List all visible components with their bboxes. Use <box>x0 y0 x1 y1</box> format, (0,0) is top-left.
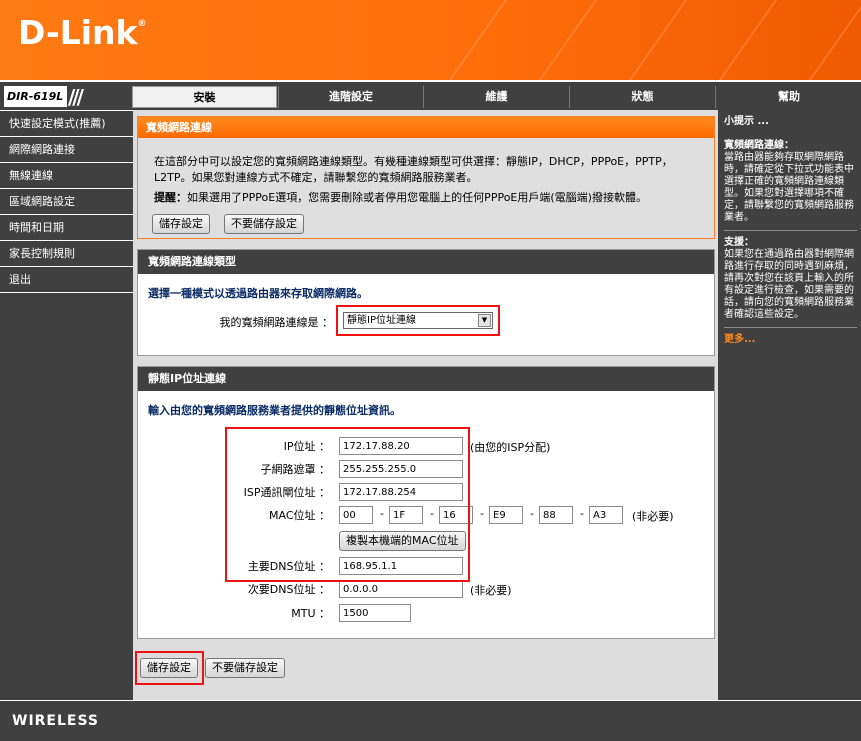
help-more-link[interactable]: 更多... <box>724 334 857 346</box>
section-title: 寬頻網路連線 <box>138 117 714 138</box>
logo-reg-mark: ® <box>137 19 147 29</box>
dont-save-button-top[interactable]: 不要儲存設定 <box>224 214 304 234</box>
model-name: DIR-619L <box>4 86 67 107</box>
footer: WIRELESS <box>0 700 861 741</box>
sidebar-item-internet[interactable]: 網際網路連接 <box>0 137 133 163</box>
section-subtitle: 選擇一種模式以透過路由器來存取網際網路。 <box>148 287 368 300</box>
help-title: 小提示 ... <box>724 116 769 127</box>
note-text: 如果選用了PPPoE選項，您需要刪除或者停用您電腦上的任何PPPoE用戶端(電腦… <box>187 191 647 204</box>
help-text-support: 如果您在通過路由器對網際網路進行存取的同時遇到麻煩，請再次對您在該頁上輸入的所有… <box>724 249 854 320</box>
pppoe-note: 提醒：如果選用了PPPoE選項，您需要刪除或者停用您電腦上的任何PPPoE用戶端… <box>154 189 647 205</box>
secondary-dns-label: 次要DNS位址 ： <box>247 583 330 596</box>
mac-octet-6[interactable]: A3 <box>589 506 623 524</box>
logo-text: D-Link <box>18 13 138 52</box>
top-nav: DIR-619L /// 安裝 進階設定 維護 狀態 幫助 <box>0 80 861 110</box>
dont-save-button-bottom[interactable]: 不要儲存設定 <box>205 658 285 678</box>
mac-sep: - <box>580 507 584 520</box>
tab-maintenance[interactable]: 維護 <box>423 86 569 108</box>
header-banner: D-Link® <box>0 0 861 80</box>
help-heading-support: 支援： <box>724 237 754 248</box>
connection-type-section: 寬頻網路連線類型 選擇一種模式以透過路由器來存取網際網路。 我的寬頻網路連線是 … <box>137 249 715 356</box>
highlight-box <box>135 651 204 685</box>
secondary-dns-input[interactable]: 0.0.0.0 <box>339 580 463 598</box>
sidebar-item-wireless[interactable]: 無線連線 <box>0 163 133 189</box>
ip-address-note: (由您的ISP分配) <box>470 441 551 454</box>
tab-help[interactable]: 幫助 <box>715 86 861 108</box>
dlink-logo: D-Link® <box>18 13 146 52</box>
sidebar-item-logout[interactable]: 退出 <box>0 267 133 293</box>
main-content: 寬頻網路連線 在這部分中可以設定您的寬頻網路連線類型。有幾種連線類型可供選擇：靜… <box>133 110 718 700</box>
highlight-box <box>336 305 500 336</box>
mac-note: (非必要) <box>632 510 674 523</box>
section-subtitle: 輸入由您的寬頻網路服務業者提供的靜態位址資訊。 <box>148 404 401 417</box>
sidebar-item-parental[interactable]: 家長控制規則 <box>0 241 133 267</box>
help-divider <box>724 327 857 328</box>
help-text-connection: 當路由器能夠存取網際網路時，請確定從下拉式功能表中選擇正確的寬頻網路連線類型。如… <box>724 152 854 223</box>
mac-sep: - <box>530 507 534 520</box>
tab-setup[interactable]: 安裝 <box>132 86 277 108</box>
sidebar-item-time[interactable]: 時間和日期 <box>0 215 133 241</box>
mac-octet-4[interactable]: E9 <box>489 506 523 524</box>
help-heading-connection: 寬頻網路連線： <box>724 140 794 151</box>
mac-sep: - <box>480 507 484 520</box>
footer-wireless-logo: WIRELESS <box>12 713 100 729</box>
highlight-box <box>225 427 470 582</box>
model-slash-decor: /// <box>68 85 84 109</box>
mtu-label: MTU ： <box>291 607 330 620</box>
tab-status[interactable]: 狀態 <box>569 86 715 108</box>
section-description: 在這部分中可以設定您的寬頻網路連線類型。有幾種連線類型可供選擇：靜態IP，DHC… <box>154 155 673 184</box>
secondary-dns-note: (非必要) <box>470 584 512 597</box>
section-title: 寬頻網路連線類型 <box>138 250 714 274</box>
section-title: 靜態IP位址連線 <box>138 367 714 391</box>
mtu-input[interactable]: 1500 <box>339 604 411 622</box>
save-settings-button-top[interactable]: 儲存設定 <box>152 214 210 234</box>
internet-connection-intro: 寬頻網路連線 在這部分中可以設定您的寬頻網路連線類型。有幾種連線類型可供選擇：靜… <box>137 116 715 239</box>
connection-type-label: 我的寬頻網路連線是 ： <box>219 316 334 329</box>
sidebar: 快速設定模式(推薦) 網際網路連接 無線連線 區域網路設定 時間和日期 家長控制… <box>0 110 133 701</box>
static-ip-section: 靜態IP位址連線 輸入由您的寬頻網路服務業者提供的靜態位址資訊。 IP位址 ： … <box>137 366 715 639</box>
tab-advanced[interactable]: 進階設定 <box>278 86 423 108</box>
note-label: 提醒： <box>154 191 187 204</box>
help-panel: 小提示 ... 寬頻網路連線： 當路由器能夠存取網際網路時，請確定從下拉式功能表… <box>718 110 861 700</box>
sidebar-item-wizard[interactable]: 快速設定模式(推薦) <box>0 111 133 137</box>
mac-octet-5[interactable]: 88 <box>539 506 573 524</box>
help-divider <box>724 230 857 231</box>
sidebar-item-lan[interactable]: 區域網路設定 <box>0 189 133 215</box>
